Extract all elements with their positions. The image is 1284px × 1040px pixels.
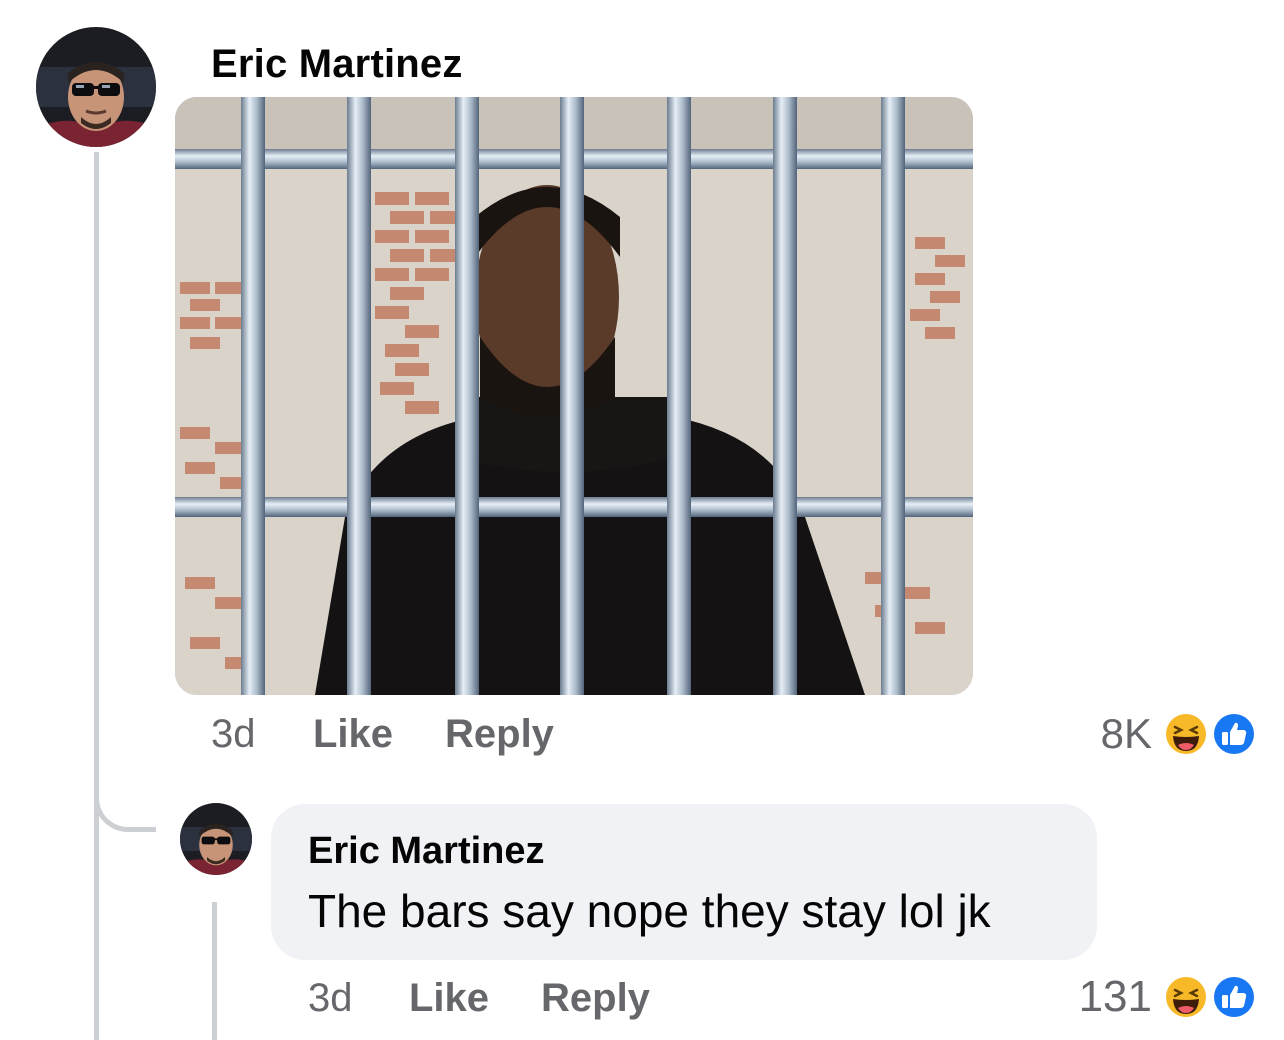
comment-author-name[interactable]: Eric Martinez: [211, 42, 463, 87]
reply-reaction-count[interactable]: 131: [1060, 972, 1152, 1022]
reply-text: The bars say nope they stay lol jk: [308, 885, 991, 937]
comment-photo[interactable]: [175, 97, 973, 695]
thread-line-main: [94, 152, 99, 1040]
haha-icon: [1161, 709, 1211, 759]
like-icon: [1209, 709, 1259, 759]
haha-icon: [1161, 972, 1211, 1022]
reply-timestamp[interactable]: 3d: [308, 976, 353, 1021]
comment-timestamp[interactable]: 3d: [211, 712, 256, 757]
thread-line-reply: [212, 902, 217, 1040]
reply-reply-button[interactable]: Reply: [541, 976, 650, 1021]
thread-line-branch: [94, 780, 156, 832]
like-button[interactable]: Like: [313, 712, 393, 757]
like-icon: [1209, 972, 1259, 1022]
reaction-count[interactable]: 8K: [1070, 710, 1152, 758]
reply-button[interactable]: Reply: [445, 712, 554, 757]
avatar[interactable]: [36, 27, 156, 147]
reply-author-name[interactable]: Eric Martinez: [308, 830, 545, 873]
reply-avatar[interactable]: [180, 803, 252, 875]
reply-bubble: Eric Martinez The bars say nope they sta…: [271, 804, 1097, 960]
reply-like-button[interactable]: Like: [409, 976, 489, 1021]
